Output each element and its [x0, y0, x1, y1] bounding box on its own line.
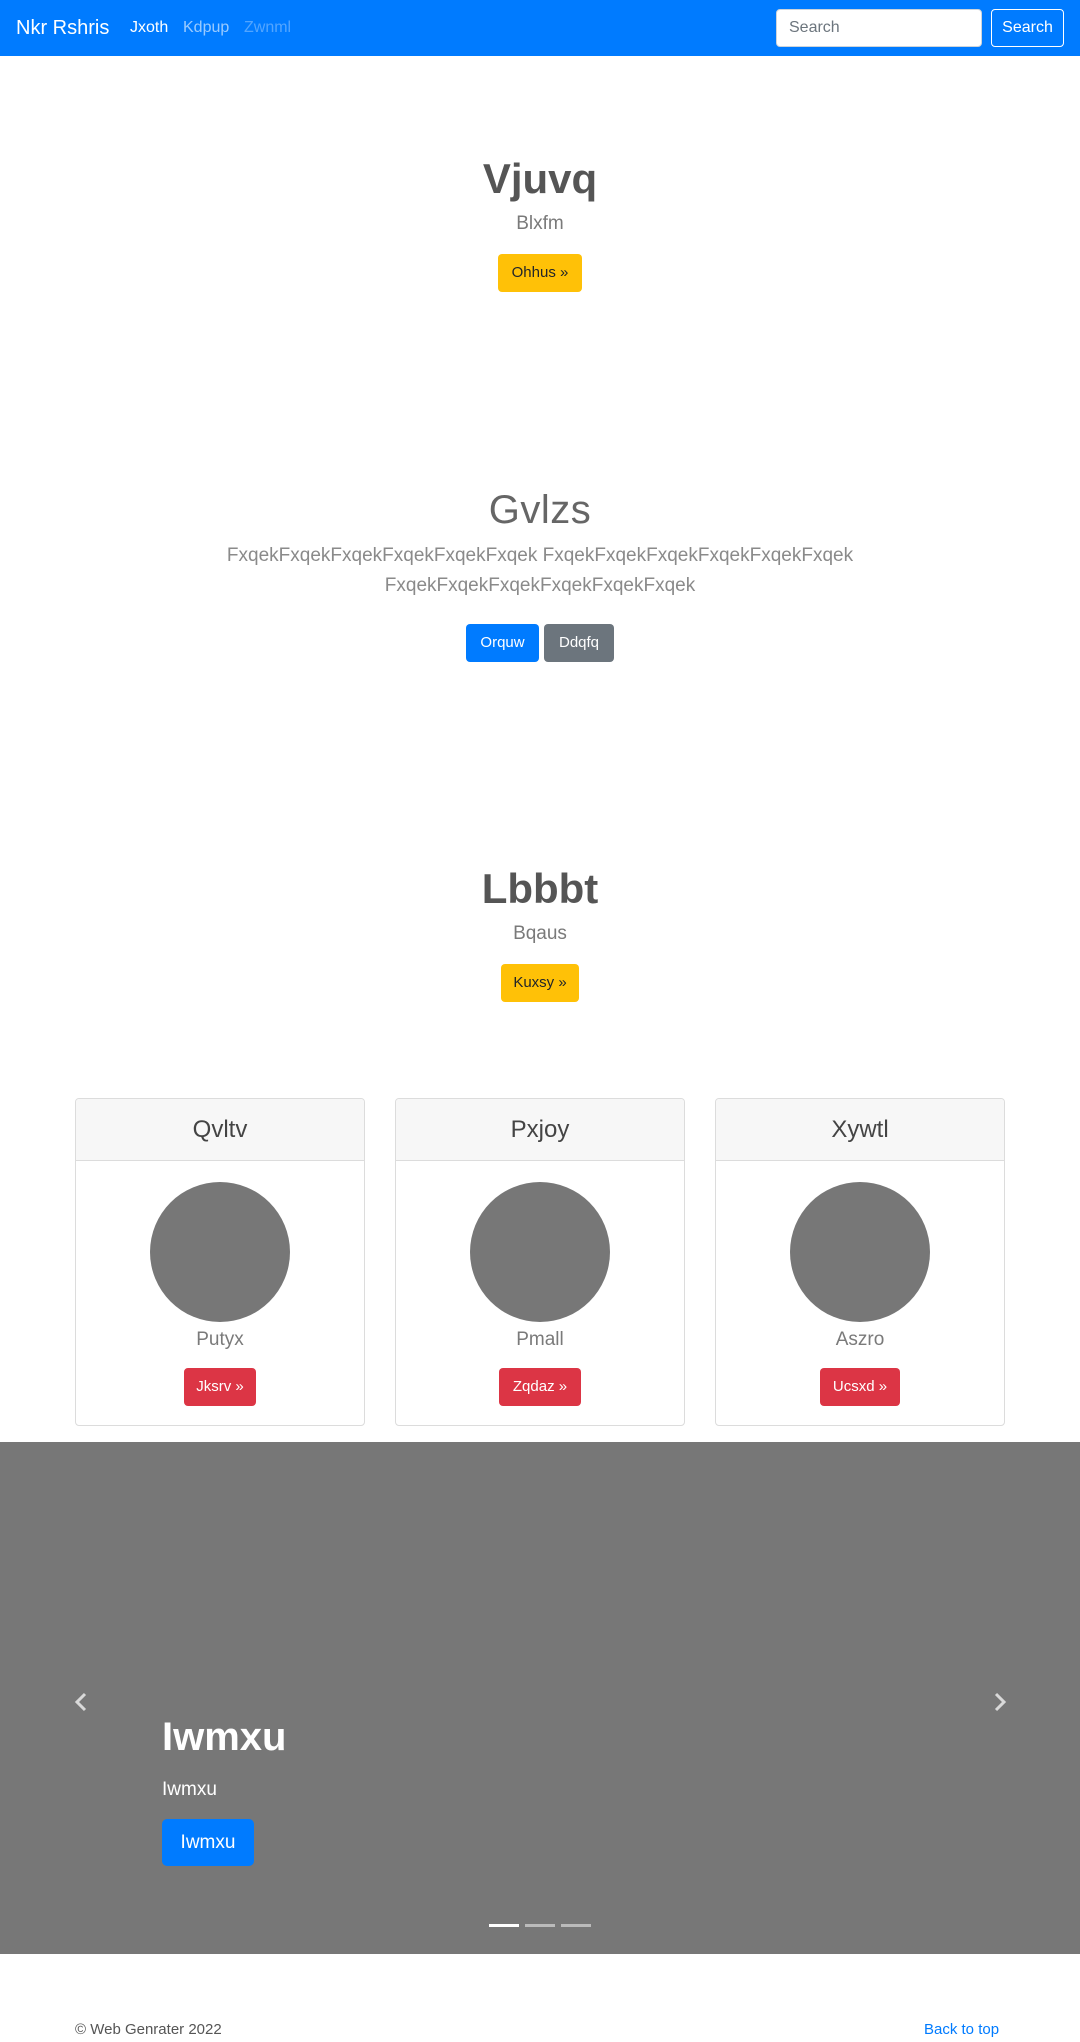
chevron-left-icon[interactable]	[70, 1690, 94, 1714]
card-image-placeholder	[470, 1182, 610, 1322]
section-title: Lbbbt	[481, 865, 599, 912]
nav-link-kdpup[interactable]: Kdpup	[183, 18, 229, 38]
section-action-button[interactable]: Kuxsy »	[501, 964, 579, 1002]
carousel: Iwmxu Iwmxu Iwmxu	[0, 1442, 1080, 1954]
jumbotron-text-line-2: FxqekFxqekFxqekFxqekFxqekFxqek	[384, 575, 696, 596]
card: Pxjoy Pmall Zqdaz »	[395, 1098, 685, 1426]
carousel-caption-button[interactable]: Iwmxu	[162, 1819, 254, 1866]
card-header: Xywtl	[716, 1099, 1004, 1161]
card: Xywtl Aszro Ucsxd »	[715, 1098, 1005, 1426]
primary-button[interactable]: Orquw	[466, 624, 539, 662]
card-button[interactable]: Jksrv »	[184, 1368, 256, 1406]
card-button[interactable]: Ucsxd »	[820, 1368, 900, 1406]
search-input[interactable]	[776, 9, 982, 47]
card-text: Putyx	[196, 1329, 244, 1350]
carousel-indicator-3[interactable]	[561, 1924, 591, 1927]
search-button[interactable]: Search	[991, 9, 1064, 47]
jumbotron-title: Gvlzs	[488, 488, 592, 532]
back-to-top-link[interactable]: Back to top	[924, 2020, 999, 2040]
navbar: Nkr Rshris Jxoth Kdpup Zwnml Search	[0, 0, 1080, 56]
chevron-right-icon[interactable]	[987, 1690, 1011, 1714]
section-subtitle: Bqaus	[513, 923, 567, 944]
carousel-caption-subtitle: Iwmxu	[162, 1779, 217, 1800]
secondary-button[interactable]: Ddqfq	[544, 624, 614, 662]
nav-link-zwnml: Zwnml	[244, 19, 292, 36]
card-header: Qvltv	[76, 1099, 364, 1161]
carousel-caption-title: Iwmxu	[162, 1715, 287, 1759]
card: Qvltv Putyx Jksrv »	[75, 1098, 365, 1426]
card-header: Pxjoy	[396, 1099, 684, 1161]
card-text: Aszro	[835, 1329, 885, 1350]
nav-link-jxoth[interactable]: Jxoth	[130, 18, 168, 38]
jumbotron-text-line-1: FxqekFxqekFxqekFxqekFxqekFxqek FxqekFxqe…	[226, 545, 854, 566]
hero-action-button[interactable]: Ohhus »	[498, 254, 582, 292]
card-image-placeholder	[150, 1182, 290, 1322]
carousel-indicator-1[interactable]	[489, 1924, 519, 1927]
card-text: Pmall	[516, 1329, 564, 1350]
navbar-brand[interactable]: Nkr Rshris	[16, 15, 109, 41]
footer-copyright: © Web Genrater 2022	[75, 2021, 222, 2038]
card-button[interactable]: Zqdaz »	[499, 1368, 581, 1406]
carousel-indicator-2[interactable]	[525, 1924, 555, 1927]
hero-subtitle: Blxfm	[516, 213, 564, 234]
card-image-placeholder	[790, 1182, 930, 1322]
hero-title: Vjuvq	[482, 155, 598, 202]
